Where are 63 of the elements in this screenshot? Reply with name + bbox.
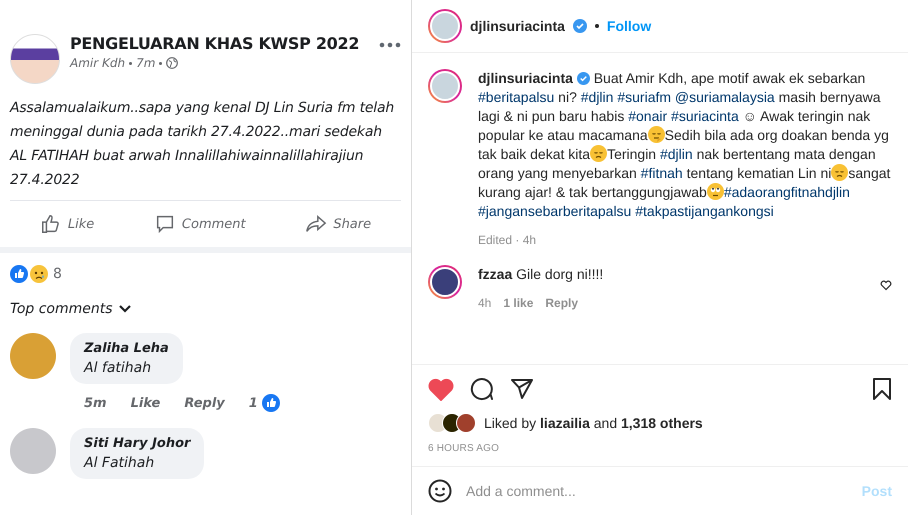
share-button[interactable]: Share: [297, 209, 380, 239]
comment-time: 4h: [478, 296, 492, 310]
sad-face-icon: [590, 145, 608, 162]
dot-separator-icon: [129, 62, 132, 64]
paper-plane-icon[interactable]: [510, 377, 534, 401]
liker-avatar: [456, 413, 476, 433]
hashtag-link[interactable]: #suriafm: [617, 89, 672, 105]
profile-avatar[interactable]: [428, 69, 462, 103]
author-name: Amir Kdh: [70, 56, 126, 70]
page-name: PENGELUARAN KHAS KWSP 2022: [70, 34, 360, 53]
reaction-count: 8: [53, 266, 62, 282]
hashtag-link[interactable]: @suriamalaysia: [674, 89, 775, 105]
hashtag-link[interactable]: #suriacinta: [671, 108, 739, 124]
hashtag-link[interactable]: #djlin: [580, 89, 614, 105]
hashtag-link[interactable]: #onair: [628, 108, 668, 124]
smiley-face-icon[interactable]: [428, 479, 452, 503]
hashtag-link[interactable]: #fitnah: [640, 165, 683, 181]
verified-badge-icon: [576, 72, 590, 85]
caption-text: djlinsuriacinta Buat Amir Kdh, ape motif awak ek sebarkan #beritapalsu ni? #djlin #suriafm @suriamalaysia masih bernyawa lagi & ni pun baru habis #onair #suriacinta ☺ Awak teringin nak popular ke atau macamana Sedih bila ada org doakan benda yg tak baik dekat kita Teringin #djlin nak bertentang mata dengan orang yang menyebarkan #fitnah tentang kematian Lin ni sangat kurang ajar! & tak bertanggungjawab #adaorangfitnahdjlin #jangansebarberitapalsu #takpastijangankongsi: [478, 69, 892, 221]
globe-icon: [166, 57, 178, 69]
dot-separator-icon: [594, 24, 599, 28]
commenter-name: Siti Hary Johor: [84, 436, 190, 451]
like-link[interactable]: Like: [130, 396, 160, 410]
like-button[interactable]: Like: [32, 209, 102, 239]
commenter-avatar[interactable]: [428, 265, 462, 299]
hashtag-link[interactable]: #beritapalsu: [478, 89, 554, 105]
comment-time: 5m: [84, 396, 107, 410]
more-options-icon[interactable]: [379, 42, 401, 48]
comment-sort-dropdown[interactable]: Top comments: [0, 283, 411, 317]
comment-button[interactable]: Comment: [146, 209, 254, 239]
dot-separator-icon: [159, 62, 162, 64]
hashtag-link[interactable]: #jangansebarberitapalsu: [478, 203, 632, 219]
post-text: Assalamualaikum..sapa yang kenal DJ Lin Suria fm telah meninggal dunia pada tarikh 27.4.2022..mari sedekah AL FATIHAH buat arwah Innalillahiwainnalillahirajiun 27.4.2022: [10, 99, 396, 190]
heart-icon[interactable]: [880, 279, 892, 291]
page-avatar[interactable]: [10, 34, 60, 84]
comment-text: Al fatihah: [84, 360, 152, 376]
post-timestamp: 6 HOURS AGO: [427, 442, 500, 456]
username-link[interactable]: djlinsuriacinta: [470, 18, 565, 34]
comment-text: fzzaa Gile dorg ni!!!!: [478, 265, 604, 284]
like-reaction-icon: [10, 265, 28, 283]
thinking-face-icon: [648, 126, 665, 143]
eye-roll-face-icon: [706, 183, 724, 200]
post-time: 7m: [136, 56, 156, 70]
caption-meta: Edited · 4h: [478, 233, 536, 247]
bookmark-icon[interactable]: [872, 378, 892, 400]
hashtag-link[interactable]: #takpastijangankongsi: [635, 203, 774, 219]
comment-like-count: 1: [248, 396, 258, 410]
username-link[interactable]: djlinsuriacinta: [478, 70, 573, 86]
comment-text: Al Fatihah: [84, 455, 156, 471]
hashtag-link[interactable]: #djlin: [660, 146, 693, 162]
hashtag-link[interactable]: #adaorangfitnahdjlin: [724, 184, 850, 200]
reply-link[interactable]: Reply: [184, 396, 225, 410]
like-reaction-icon: [262, 394, 280, 412]
verified-badge-icon: [572, 19, 587, 33]
username-link[interactable]: fzzaa: [478, 266, 512, 282]
sad-face-icon: [831, 164, 848, 181]
speech-bubble-icon[interactable]: [470, 377, 494, 401]
profile-avatar[interactable]: [428, 9, 462, 43]
chevron-down-icon: [118, 305, 131, 313]
sad-reaction-icon: [30, 265, 48, 283]
commenter-name: Zaliha Leha: [84, 341, 169, 356]
thumbs-up-icon: [40, 213, 62, 235]
likes-summary: Liked by liazailia and 1,318 others: [484, 415, 703, 431]
